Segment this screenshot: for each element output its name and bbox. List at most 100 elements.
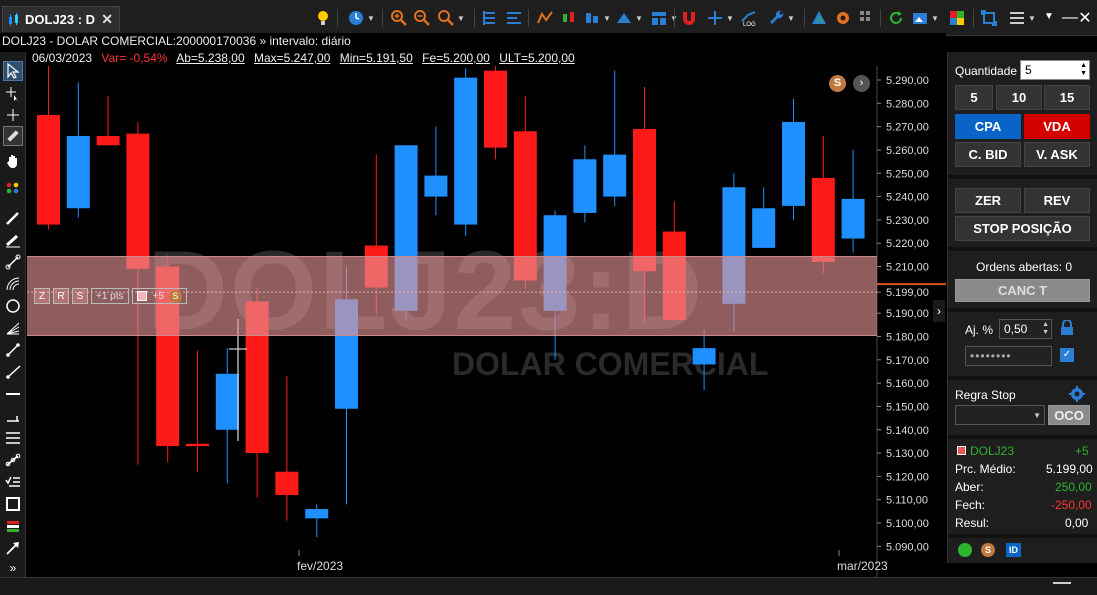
- y-tick-label: 5.290,00: [886, 75, 929, 87]
- cross-icon[interactable]: [3, 105, 23, 125]
- open-pl-label: Aber:: [955, 480, 984, 494]
- adjust-stepper-icon[interactable]: ▲ ▼: [1042, 321, 1051, 337]
- cancel-all-button[interactable]: CANC T: [955, 279, 1090, 302]
- fibonacci-arc-icon[interactable]: [3, 274, 23, 294]
- window-list-icon[interactable]: ▼: [1002, 8, 1042, 28]
- stop-position-button[interactable]: S: [72, 288, 88, 304]
- chart-type-menu-icon[interactable]: ▼: [582, 8, 612, 28]
- pointer-icon[interactable]: [3, 61, 23, 81]
- gear-settings-icon[interactable]: [1068, 385, 1086, 403]
- quantity-label: Quantidade: [955, 64, 1018, 78]
- chevron-right-icon[interactable]: ›: [853, 75, 870, 92]
- settings-wrench-icon[interactable]: ▼: [764, 8, 798, 28]
- lightbulb-icon[interactable]: [314, 8, 332, 28]
- candle-body: [424, 175, 448, 197]
- chart-tab[interactable]: DOLJ23 : D ✕: [2, 6, 120, 32]
- multicolor-dots-icon[interactable]: [3, 178, 23, 198]
- strategy-s-icon[interactable]: S: [829, 75, 846, 92]
- stop-rule-select[interactable]: ▼: [955, 405, 1045, 425]
- grid-icon[interactable]: [858, 8, 876, 28]
- color-bands-icon[interactable]: [3, 516, 23, 536]
- price-chart[interactable]: DOLJ23:D DOLAR COMERCIAL 5.290,005.280,0…: [27, 66, 946, 577]
- vertical-marker-icon[interactable]: [3, 406, 23, 426]
- reverse-button[interactable]: REV: [1024, 188, 1090, 213]
- zero-position-button[interactable]: Z: [34, 288, 50, 304]
- y-tick-label: 5.150,00: [886, 401, 929, 413]
- magnet-icon[interactable]: [680, 8, 698, 28]
- divider: [948, 376, 1097, 380]
- add-indicator-icon[interactable]: [481, 8, 499, 28]
- pitchfork-icon[interactable]: [3, 450, 23, 470]
- fan-lines-icon[interactable]: [3, 318, 23, 338]
- qty-10-button[interactable]: 10: [996, 85, 1042, 110]
- close-window-icon[interactable]: ✕: [1076, 8, 1094, 28]
- status-green-icon[interactable]: [958, 543, 972, 557]
- stop-position-button[interactable]: STOP POSIÇÃO: [955, 216, 1090, 241]
- drawing-menu-icon[interactable]: ▼: [614, 8, 644, 28]
- id-badge-icon[interactable]: ID: [1006, 543, 1021, 557]
- chart-style-icon[interactable]: [536, 8, 554, 28]
- segment-icon[interactable]: [3, 340, 23, 360]
- avg-price-value: 5.199,00: [1046, 462, 1093, 476]
- overflow-menu-icon[interactable]: ▼: [1042, 6, 1056, 26]
- drawing-toolbar: »: [0, 52, 26, 577]
- candle-body: [66, 135, 90, 209]
- buy-bid-button[interactable]: C. BID: [955, 142, 1021, 167]
- indicator-list-icon[interactable]: [505, 8, 523, 28]
- arrow-icon[interactable]: [3, 538, 23, 558]
- adjust-value: 0,50: [1004, 322, 1028, 336]
- interval-clock-icon[interactable]: ▼: [344, 8, 378, 28]
- zoom-out-icon[interactable]: [413, 8, 431, 28]
- quantity-input[interactable]: 5 ▲ ▼: [1020, 60, 1090, 80]
- candle-type-icon[interactable]: [560, 8, 578, 28]
- trendline-icon[interactable]: [3, 252, 23, 272]
- close-tab-icon[interactable]: ✕: [101, 11, 113, 28]
- oco-button[interactable]: OCO: [1048, 405, 1090, 425]
- minimize-bar-icon[interactable]: [1053, 582, 1071, 584]
- zoom-in-icon[interactable]: [390, 8, 408, 28]
- buy-button[interactable]: CPA: [955, 114, 1021, 139]
- checkbox-checked-icon[interactable]: ✓: [1060, 348, 1074, 362]
- rectangle-icon[interactable]: [3, 494, 23, 514]
- fullscreen-icon[interactable]: [980, 8, 998, 28]
- strategy-icon[interactable]: S: [981, 543, 995, 557]
- layout-icon[interactable]: ▼: [646, 8, 682, 28]
- position-quantity-tag[interactable]: +5 S: [131, 288, 187, 304]
- more-tools-icon[interactable]: »: [3, 558, 23, 578]
- crosshair-pointer-icon[interactable]: [3, 84, 23, 104]
- circle-icon[interactable]: [3, 296, 23, 316]
- pencil-icon[interactable]: [3, 208, 23, 228]
- sell-ask-button[interactable]: V. ASK: [1024, 142, 1090, 167]
- refresh-icon[interactable]: [887, 8, 905, 28]
- qty-5-button[interactable]: 5: [955, 85, 993, 110]
- log-scale-icon[interactable]: LOG: [740, 8, 758, 28]
- zoom-menu-icon[interactable]: ▼: [436, 8, 466, 28]
- lock-icon[interactable]: [1060, 319, 1074, 336]
- color-palette-icon[interactable]: [948, 8, 966, 28]
- collapse-panel-icon[interactable]: ›: [933, 300, 945, 322]
- ray-icon[interactable]: [3, 362, 23, 382]
- ohlc-min: Min=5.191,50: [339, 51, 413, 65]
- ruler-icon[interactable]: [3, 126, 23, 146]
- reverse-position-button[interactable]: R: [53, 288, 69, 304]
- crosshair-icon[interactable]: ▼: [704, 8, 736, 28]
- sell-button[interactable]: VDA: [1024, 114, 1090, 139]
- qty-15-button[interactable]: 15: [1044, 85, 1090, 110]
- horizontal-line-icon[interactable]: [3, 384, 23, 404]
- zero-button[interactable]: ZER: [955, 188, 1021, 213]
- candle-body: [782, 121, 805, 206]
- alert-icon[interactable]: A: [810, 8, 828, 28]
- stepper-icon[interactable]: ▲ ▼: [1080, 62, 1089, 78]
- image-export-icon[interactable]: ▼: [910, 8, 940, 28]
- candle-body: [215, 373, 239, 430]
- parallel-lines-icon[interactable]: [3, 428, 23, 448]
- password-input[interactable]: ••••••••: [965, 346, 1052, 366]
- checklist-icon[interactable]: [3, 472, 23, 492]
- y-tick-label: 5.250,00: [886, 168, 929, 180]
- adjust-input[interactable]: 0,50 ▲ ▼: [999, 319, 1052, 339]
- marker-icon[interactable]: [3, 230, 23, 250]
- divider: [948, 247, 1097, 251]
- y-tick-label: 5.270,00: [886, 122, 929, 134]
- gear-icon[interactable]: [834, 8, 852, 28]
- hand-pan-icon[interactable]: [3, 151, 23, 171]
